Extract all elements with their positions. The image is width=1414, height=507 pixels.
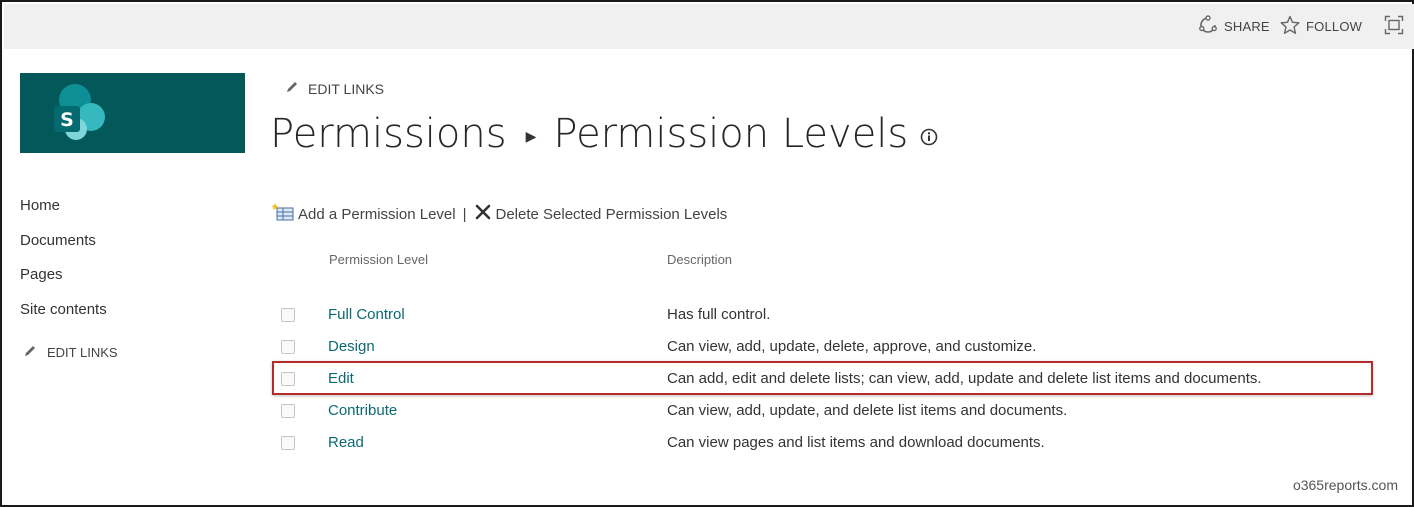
row-checkbox[interactable] [281, 308, 295, 322]
suite-bar: SHARE FOLLOW [4, 4, 1414, 49]
follow-label: FOLLOW [1306, 19, 1363, 34]
site-logo[interactable]: S [20, 73, 245, 153]
permission-description: Can view pages and list items and downlo… [667, 434, 1045, 451]
share-label: SHARE [1224, 19, 1270, 34]
page-frame: SHARE FOLLOW S Home Documents Pages Site… [0, 0, 1414, 507]
follow-button[interactable]: FOLLOW [1280, 4, 1362, 49]
share-button[interactable]: SHARE [1198, 4, 1270, 49]
info-icon[interactable] [920, 128, 938, 146]
permission-level-link[interactable]: Contribute [328, 402, 397, 419]
column-header-description: Description [667, 252, 733, 267]
pencil-icon [285, 80, 308, 97]
top-edit-links-label: EDIT LINKS [308, 80, 384, 97]
delete-x-icon [474, 203, 496, 225]
permission-level-link[interactable]: Edit [328, 370, 354, 387]
list-toolbar: Add a Permission Level | Delete Selected… [271, 203, 728, 225]
permission-description: Has full control. [667, 306, 771, 323]
permission-description: Can view, add, update, delete, approve, … [667, 338, 1037, 355]
breadcrumb-permissions[interactable]: Permissions [270, 111, 507, 157]
add-permission-level-label: Add a Permission Level [298, 205, 456, 223]
add-permission-level-button[interactable]: Add a Permission Level [271, 203, 456, 225]
pencil-icon [20, 344, 47, 361]
permission-level-link[interactable]: Full Control [328, 306, 405, 323]
nav-item-home[interactable]: Home [20, 194, 240, 229]
breadcrumb-current: Permission Levels [553, 111, 909, 157]
nav-edit-links-button[interactable]: EDIT LINKS [20, 344, 240, 361]
star-icon [1280, 15, 1306, 38]
breadcrumb-separator-icon: ▶ [525, 129, 537, 145]
page-title: Permissions ▶ Permission Levels [270, 106, 938, 162]
row-checkbox[interactable] [281, 436, 295, 450]
nav-item-site-contents[interactable]: Site contents [20, 298, 240, 333]
table-row: Edit Can add, edit and delete lists; can… [272, 369, 1372, 401]
permission-level-link[interactable]: Design [328, 338, 375, 355]
permission-description: Can view, add, update, and delete list i… [667, 402, 1068, 419]
focus-mode-icon [1384, 15, 1410, 38]
row-checkbox[interactable] [281, 404, 295, 418]
permission-description: Can add, edit and delete lists; can view… [667, 370, 1262, 387]
table-row: Contribute Can view, add, update, and de… [272, 401, 1372, 433]
delete-permission-levels-label: Delete Selected Permission Levels [495, 205, 728, 223]
table-row: Design Can view, add, update, delete, ap… [272, 337, 1372, 369]
share-icon [1198, 15, 1224, 38]
watermark: o365reports.com [1292, 477, 1398, 493]
quick-launch-nav: Home Documents Pages Site contents EDIT … [20, 194, 240, 361]
focus-content-button[interactable] [1384, 4, 1410, 49]
column-header-permission-level[interactable]: Permission Level [329, 252, 428, 267]
toolbar-separator: | [462, 205, 467, 223]
add-permission-level-icon [271, 203, 298, 225]
delete-permission-levels-button[interactable]: Delete Selected Permission Levels [474, 203, 728, 225]
nav-edit-links-label: EDIT LINKS [47, 345, 118, 360]
row-checkbox[interactable] [281, 340, 295, 354]
row-checkbox[interactable] [281, 372, 295, 386]
permission-level-link[interactable]: Read [328, 434, 364, 451]
nav-item-pages[interactable]: Pages [20, 263, 240, 298]
nav-item-documents[interactable]: Documents [20, 229, 240, 264]
table-row: Full Control Has full control. [272, 305, 1372, 337]
top-edit-links-button[interactable]: EDIT LINKS [285, 80, 384, 97]
svg-text:S: S [60, 109, 74, 131]
table-row: Read Can view pages and list items and d… [272, 433, 1372, 465]
